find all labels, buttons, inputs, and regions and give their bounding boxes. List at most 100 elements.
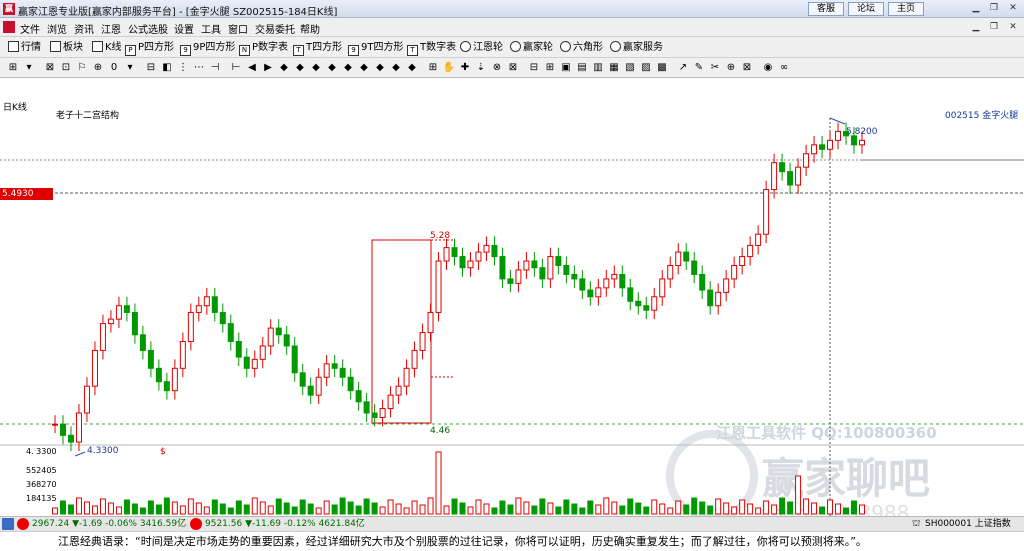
kline-chart[interactable]: 江恩工具软件 QQ:100800360 赢家聊吧 jiaoba.Vip3988 … (0, 96, 1024, 516)
mdi-close-icon[interactable]: ✕ (1005, 21, 1021, 34)
restore-icon[interactable]: ❐ (986, 2, 1002, 15)
tool-icon[interactable]: ◆ (293, 61, 307, 75)
tool-icon[interactable]: ⊢ (229, 61, 243, 75)
menu-formula[interactable]: 公式选股 (128, 21, 168, 36)
gann-wheel-icon (460, 41, 471, 52)
tool-icon[interactable]: ⊣ (208, 61, 222, 75)
tool-icon[interactable]: ⊠ (43, 61, 57, 75)
hexagon-button[interactable]: 六角形 (560, 40, 603, 55)
tool-icon[interactable]: ↗ (676, 61, 690, 75)
menu-window[interactable]: 窗口 (228, 21, 248, 36)
tool-icon[interactable]: ▤ (575, 61, 589, 75)
kline-button[interactable]: K线 (92, 40, 122, 55)
app-menu-icon[interactable] (3, 21, 15, 33)
chart-area[interactable]: 江恩工具软件 QQ:100800360 赢家聊吧 jiaoba.Vip3988 … (0, 96, 1024, 516)
volume-bar (651, 499, 658, 515)
tool-icon[interactable]: ✋ (442, 61, 456, 75)
tool-icon[interactable]: ✂ (708, 61, 722, 75)
tool-icon[interactable]: ▥ (591, 61, 605, 75)
tool-icon[interactable]: ⊗ (490, 61, 504, 75)
tool-icon[interactable]: ◆ (341, 61, 355, 75)
tool-icon[interactable]: ▣ (559, 61, 573, 75)
volume-bar (467, 506, 474, 515)
menu-settings[interactable]: 设置 (174, 21, 194, 36)
tool-icon[interactable]: ◆ (357, 61, 371, 75)
tool-icon[interactable]: ⊟ (527, 61, 541, 75)
candle-body (731, 265, 738, 280)
close-icon[interactable]: ✕ (1005, 2, 1021, 15)
9t-square-button[interactable]: 9 9T四方形 (348, 40, 403, 56)
tool-icon[interactable]: ⊕ (91, 61, 105, 75)
menu-gann[interactable]: 江恩 (101, 21, 121, 36)
tool-icon[interactable]: ▨ (639, 61, 653, 75)
tool-icon[interactable]: ⚐ (75, 61, 89, 75)
tool-icon[interactable]: ◆ (277, 61, 291, 75)
tool-icon[interactable]: ◆ (389, 61, 403, 75)
candle-body (595, 287, 602, 298)
forum-button[interactable]: 论坛 (848, 2, 884, 16)
tool-icon[interactable]: ◧ (160, 61, 174, 75)
tool-icon[interactable]: 0 (107, 61, 121, 75)
index-name[interactable]: SH000001 上证指数 (925, 517, 1011, 531)
menu-browse[interactable]: 浏览 (47, 21, 67, 36)
sh-index-status[interactable]: 2967.24 ▼-1.69 -0.06% 3416.59亿 (32, 517, 186, 531)
tool-icon[interactable]: ◆ (309, 61, 323, 75)
tool-icon[interactable]: ✎ (692, 61, 706, 75)
tool-icon[interactable]: ⊞ (426, 61, 440, 75)
candle-body (171, 367, 178, 392)
mdi-restore-icon[interactable]: ❐ (986, 21, 1002, 34)
tool-icon[interactable]: ▦ (607, 61, 621, 75)
volume-bar (619, 505, 626, 515)
tool-icon[interactable]: ⇣ (474, 61, 488, 75)
9p-square-button[interactable]: 9 9P四方形 (180, 40, 235, 56)
mdi-minimize-icon[interactable]: ▁ (968, 21, 984, 34)
candle-body (339, 367, 346, 378)
tool-icon[interactable]: ◀ (245, 61, 259, 75)
tool-icon[interactable]: ⊕ (724, 61, 738, 75)
tool-icon[interactable]: ◆ (325, 61, 339, 75)
minimize-icon[interactable]: ▁ (968, 2, 984, 15)
t-square-button[interactable]: T T四方形 (293, 40, 342, 56)
tool-icon[interactable]: ▾ (123, 61, 137, 75)
menu-help[interactable]: 帮助 (300, 21, 320, 36)
menu-file[interactable]: 文件 (20, 21, 40, 36)
tool-icon[interactable]: ✚ (458, 61, 472, 75)
winner-wheel-button[interactable]: 赢家轮 (510, 40, 553, 55)
tool-icon[interactable]: ▩ (655, 61, 669, 75)
tool-icon[interactable]: ◆ (405, 61, 419, 75)
tool-icon[interactable]: ◉ (761, 61, 775, 75)
homepage-button[interactable]: 主页 (888, 2, 924, 16)
p-square-button[interactable]: P P四方形 (125, 40, 174, 56)
tool-icon[interactable]: ⋯ (192, 61, 206, 75)
gann-wheel-button[interactable]: 江恩轮 (460, 40, 503, 55)
tool-icon[interactable]: ⊠ (506, 61, 520, 75)
tool-icon[interactable]: ◆ (373, 61, 387, 75)
tool-icon[interactable]: ⋮ (176, 61, 190, 75)
tool-icon[interactable]: ⊠ (740, 61, 754, 75)
volume-bar (563, 499, 570, 515)
service-button[interactable]: 客服 (808, 2, 844, 16)
volume-bar (275, 498, 282, 515)
menu-info[interactable]: 资讯 (74, 21, 94, 36)
tool-icon[interactable]: ▧ (623, 61, 637, 75)
tool-icon[interactable]: ⊞ (6, 61, 20, 75)
tool-icon[interactable]: ∞ (777, 61, 791, 75)
tool-icon[interactable]: ⊡ (59, 61, 73, 75)
candle-body (779, 162, 786, 173)
menu-trade[interactable]: 交易委托 (255, 21, 295, 36)
tool-icon[interactable]: ⊞ (543, 61, 557, 75)
menu-tools[interactable]: 工具 (201, 21, 221, 36)
volume-bar (779, 497, 786, 515)
p-number-table-button[interactable]: N P数字表 (239, 40, 288, 56)
candle-body (483, 244, 490, 253)
winner-service-button[interactable]: 赢家服务 (610, 40, 663, 55)
t-number-table-button[interactable]: T T数字表 (407, 40, 456, 56)
tool-icon[interactable]: ▶ (261, 61, 275, 75)
tool-icon[interactable]: ▾ (22, 61, 36, 75)
block-button[interactable]: 板块 (50, 40, 83, 55)
candle-body (259, 345, 266, 360)
volume-bar (83, 501, 90, 515)
tool-icon[interactable]: ⊟ (144, 61, 158, 75)
sz-index-status[interactable]: 9521.56 ▼-11.69 -0.12% 4621.84亿 (205, 517, 365, 531)
quote-button[interactable]: 行情 (8, 40, 41, 55)
